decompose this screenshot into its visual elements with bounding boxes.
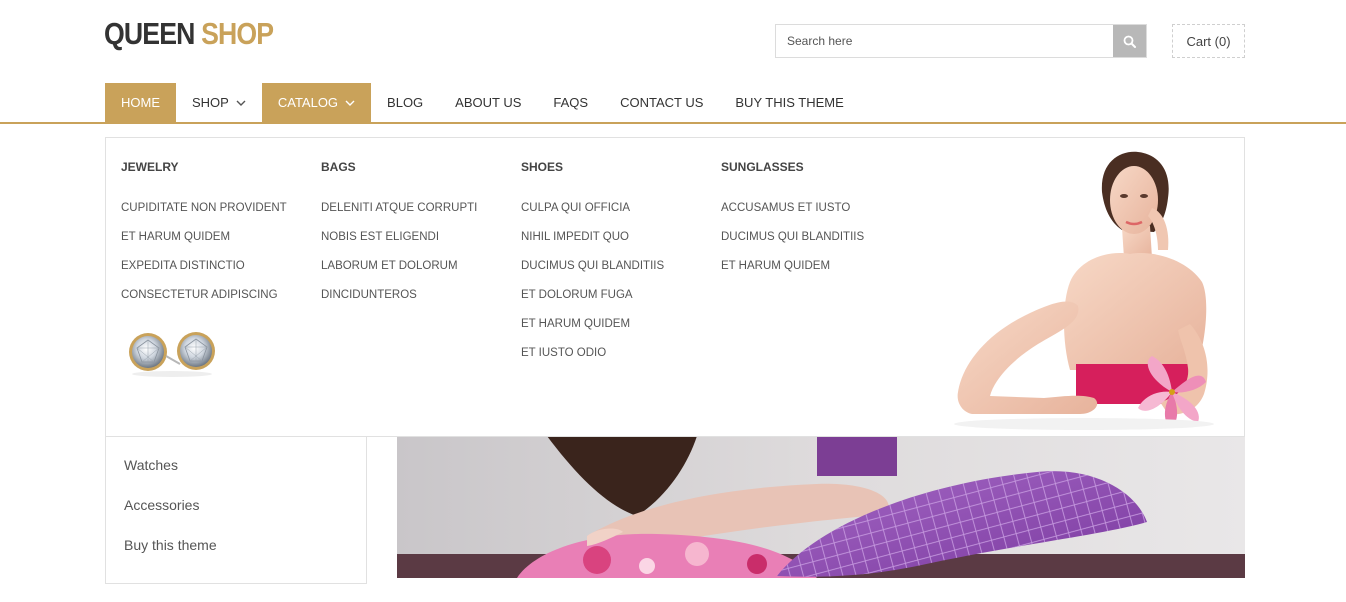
logo-word-shop: SHOP [201, 16, 274, 51]
catalog-mega-menu: JEWELRY CUPIDITATE NON PROVIDENT ET HARU… [105, 137, 1245, 437]
nav-item-faqs[interactable]: FAQS [537, 83, 604, 122]
mega-column-title: BAGS [321, 160, 356, 174]
mega-column-title: SUNGLASSES [721, 160, 804, 174]
model-woman-image [954, 151, 1214, 430]
mega-menu-link[interactable]: DELENITI ATQUE CORRUPTI [321, 201, 511, 230]
nav-item-label: FAQS [553, 95, 589, 110]
mega-column-bags: BAGS DELENITI ATQUE CORRUPTI NOBIS EST E… [321, 160, 511, 317]
nav-item-label: BLOG [387, 95, 424, 110]
nav-item-catalog[interactable]: CATALOG [261, 83, 372, 122]
mega-menu-link[interactable]: ET HARUM QUIDEM [721, 259, 911, 288]
logo-word-queen: QUEEN [104, 16, 195, 51]
mega-menu-link[interactable]: ET IUSTO ODIO [521, 346, 711, 375]
nav-item-about-us[interactable]: ABOUT US [439, 83, 537, 122]
search-box [775, 24, 1147, 58]
mega-menu-link[interactable]: ACCUSAMUS ET IUSTO [721, 201, 911, 230]
mega-column-title: JEWELRY [121, 160, 179, 174]
chevron-down-icon [236, 100, 246, 106]
mega-menu-link[interactable]: NIHIL IMPEDIT QUO [521, 230, 711, 259]
search-button[interactable] [1113, 25, 1146, 57]
mega-column-sunglasses: SUNGLASSES ACCUSAMUS ET IUSTO DUCIMUS QU… [721, 160, 911, 288]
nav-item-label: CONTACT US [620, 95, 704, 110]
nav-item-label: HOME [121, 95, 160, 110]
mega-column-title: SHOES [521, 160, 564, 174]
main-nav: HOME SHOP CATALOG BLOG ABOUT US FAQS CON… [105, 83, 860, 122]
nav-item-label: ABOUT US [455, 95, 522, 110]
mega-menu-link[interactable]: DUCIMUS QUI BLANDITIIS [721, 230, 911, 259]
mega-menu-link[interactable]: EXPEDITA DISTINCTIO [121, 259, 311, 288]
mega-menu-link[interactable]: NOBIS EST ELIGENDI [321, 230, 511, 259]
nav-item-buy-this-theme[interactable]: BUY THIS THEME [719, 83, 859, 122]
nav-item-blog[interactable]: BLOG [371, 83, 439, 122]
nav-item-shop[interactable]: SHOP [176, 83, 262, 122]
nav-item-label: BUY THIS THEME [735, 95, 844, 110]
earrings-image[interactable] [124, 330, 220, 378]
mega-menu-link[interactable]: CONSECTETUR ADIPISCING [121, 288, 311, 317]
nav-divider [0, 122, 1346, 124]
mega-menu-link[interactable]: LABORUM ET DOLORUM [321, 259, 511, 288]
nav-item-label: CATALOG [277, 95, 339, 110]
sidebar-item-buy-this-theme[interactable]: Buy this theme [106, 525, 366, 565]
mega-column-shoes: SHOES CULPA QUI OFFICIA NIHIL IMPEDIT QU… [521, 160, 711, 375]
nav-item-home[interactable]: HOME [105, 83, 176, 122]
category-sidebar: Watches Accessories Buy this theme [105, 436, 367, 584]
sidebar-item-watches[interactable]: Watches [106, 445, 366, 485]
mega-menu-link[interactable]: ET HARUM QUIDEM [521, 317, 711, 346]
nav-item-contact-us[interactable]: CONTACT US [604, 83, 719, 122]
chevron-down-icon [345, 100, 355, 106]
hero-banner-image[interactable] [397, 436, 1245, 578]
mega-menu-link[interactable]: ET HARUM QUIDEM [121, 230, 311, 259]
mega-menu-link[interactable]: CULPA QUI OFFICIA [521, 201, 711, 230]
sidebar-item-accessories[interactable]: Accessories [106, 485, 366, 525]
mega-menu-link[interactable]: ET DOLORUM FUGA [521, 288, 711, 317]
mega-menu-link[interactable]: CUPIDITATE NON PROVIDENT [121, 201, 311, 230]
site-logo[interactable]: QUEEN SHOP [104, 16, 274, 52]
mega-column-jewelry: JEWELRY CUPIDITATE NON PROVIDENT ET HARU… [121, 160, 311, 317]
search-input[interactable] [776, 25, 1114, 57]
mega-menu-link[interactable]: DUCIMUS QUI BLANDITIIS [521, 259, 711, 288]
cart-button[interactable]: Cart (0) [1172, 24, 1245, 58]
search-icon [1123, 35, 1136, 48]
nav-item-label: SHOP [192, 95, 229, 110]
mega-menu-link[interactable]: DINCIDUNTEROS [321, 288, 511, 317]
